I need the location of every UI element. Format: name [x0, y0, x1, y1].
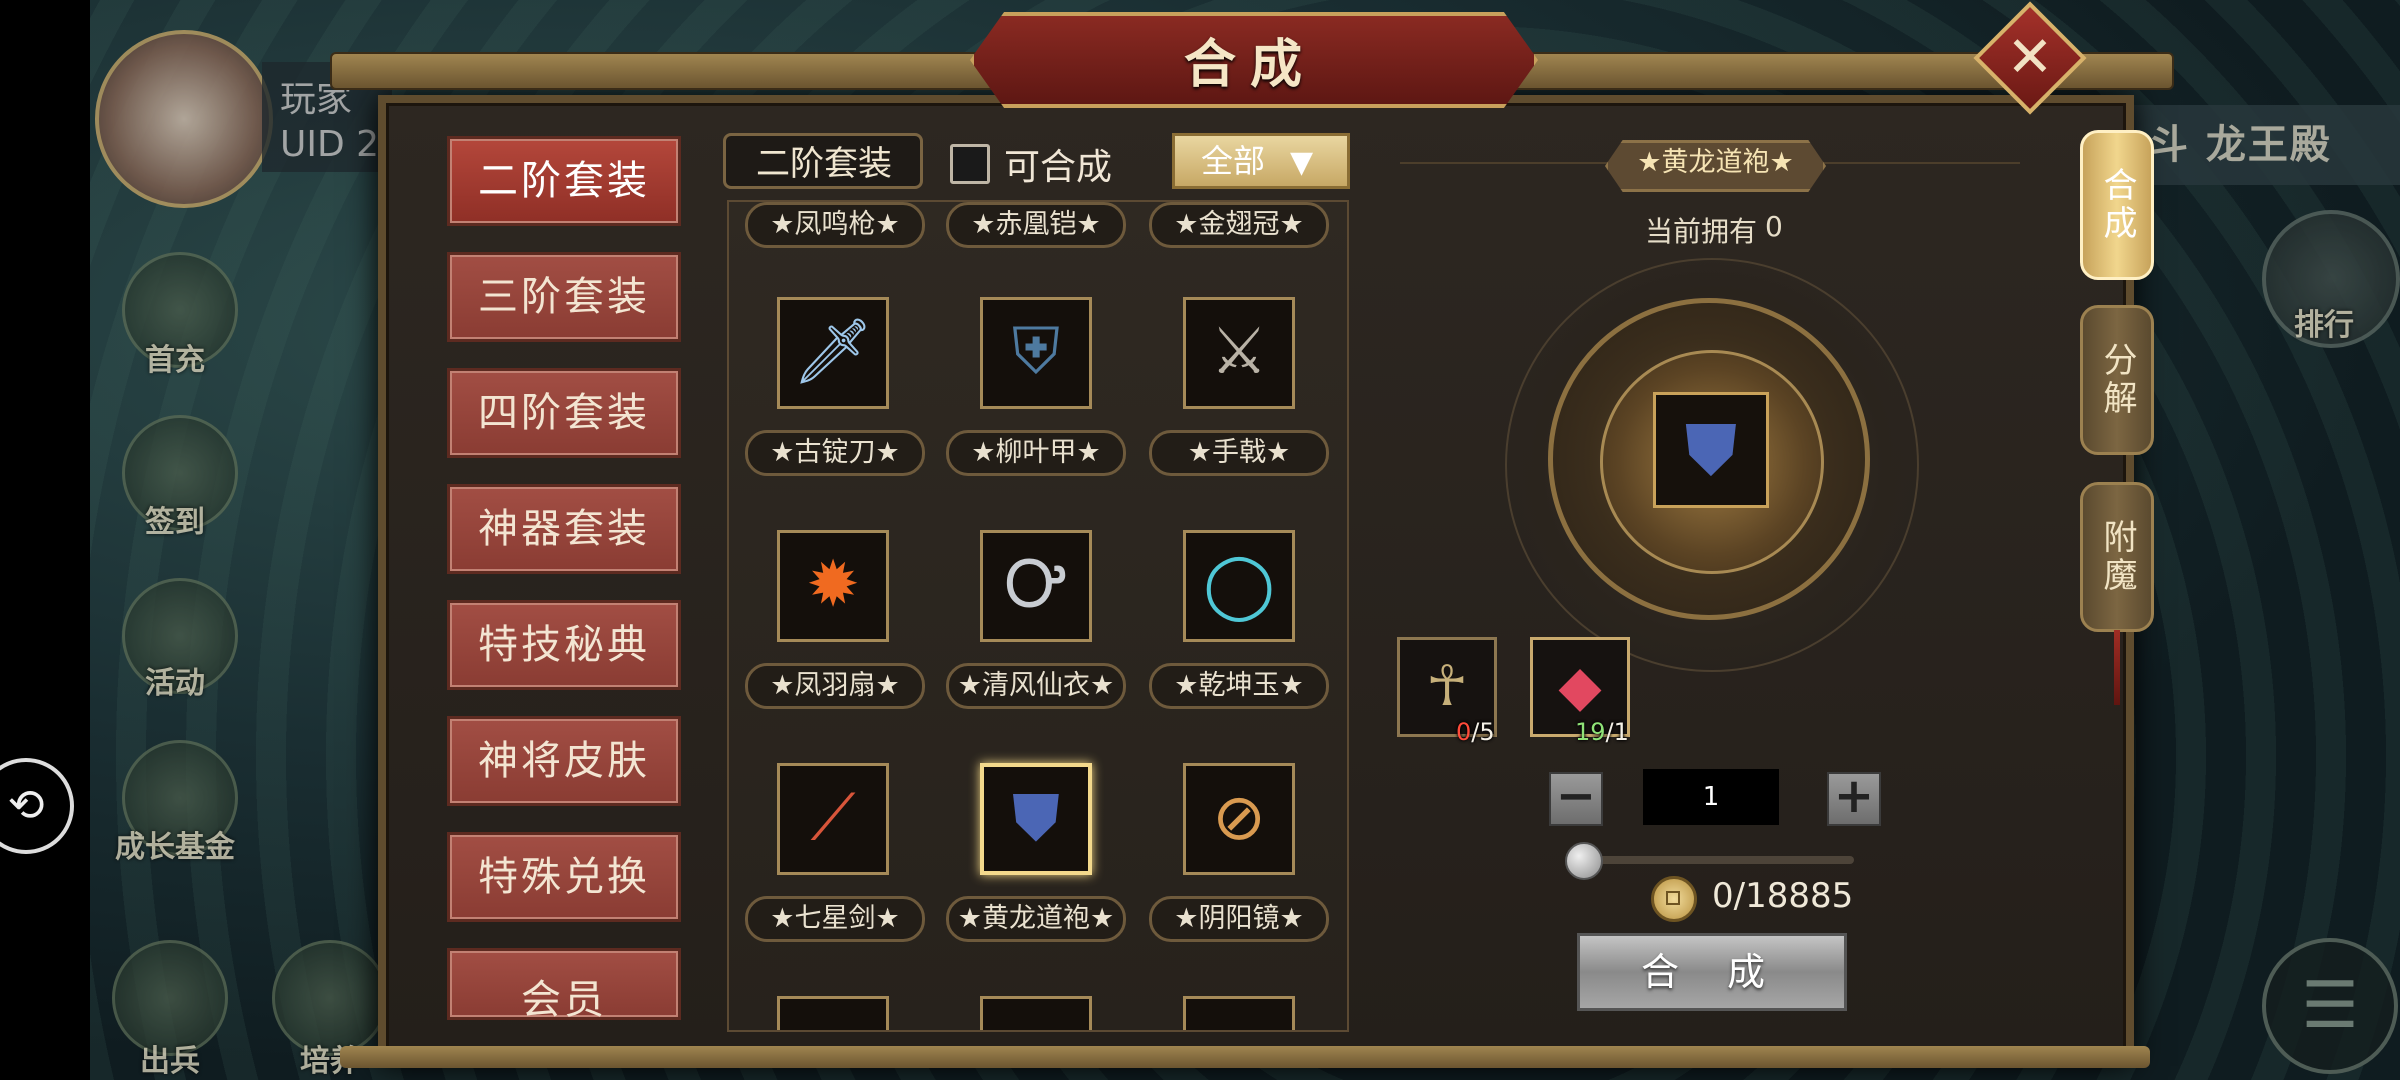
quantity-field[interactable]: 1 — [1643, 769, 1779, 825]
owned-label: 当前拥有 — [1645, 215, 1758, 248]
category-artifact-suit[interactable]: 神器套装 — [447, 484, 681, 574]
fire-fan-icon[interactable]: ✹ — [777, 530, 889, 642]
item-name[interactable]: ★七星剑★ — [745, 896, 925, 942]
halberd-icon[interactable]: ⚔ — [1183, 297, 1295, 409]
selected-item-name: ★黄龙道袍★ — [1605, 140, 1826, 192]
panel-title: 合成 — [1183, 35, 1316, 95]
dragon-robe-icon[interactable]: ⛊ — [980, 763, 1092, 875]
jade-ring-icon[interactable]: ◯ — [1183, 530, 1295, 642]
close-x-icon[interactable]: ✕ — [1990, 18, 2070, 98]
spear-icon[interactable]: ⟋ — [777, 763, 889, 875]
robe-icon[interactable]: Ꭴ — [980, 530, 1092, 642]
item-name[interactable]: ★手戟★ — [1149, 430, 1329, 476]
material-2-count: 19/1 — [1575, 718, 1629, 746]
item-name[interactable]: ★乾坤玉★ — [1149, 663, 1329, 709]
item-name[interactable]: ★黄龙道袍★ — [946, 896, 1126, 942]
screen-left-black-bar — [0, 0, 90, 1080]
category-special-exchange[interactable]: 特殊兑换 — [447, 832, 681, 922]
category-tier2-suit[interactable]: 二阶套装 — [447, 136, 681, 226]
filter-label: 二阶套装 — [723, 133, 923, 189]
item-grid[interactable]: ★凤鸣枪★ ★赤凰铠★ ★金翅冠★ 🗡 ★古锭刀★ ⛨ ★柳叶甲★ ⚔ ★手戟★… — [727, 200, 1349, 1032]
tab-decompose[interactable]: 分解 — [2080, 305, 2154, 455]
craftable-checkbox-label[interactable]: 可合成 — [1004, 138, 1112, 190]
item-name[interactable]: ★清风仙衣★ — [946, 663, 1126, 709]
craftable-checkbox[interactable] — [950, 144, 990, 184]
item-icon-partial[interactable] — [777, 996, 889, 1030]
deploy-label: 出兵 — [140, 1044, 200, 1079]
item-name[interactable]: ★阴阳镜★ — [1149, 896, 1329, 942]
material-1-count: 0/5 — [1456, 718, 1495, 746]
tab-tassel — [2114, 630, 2120, 705]
armor-icon[interactable]: ⛨ — [980, 297, 1092, 409]
synthesize-button[interactable]: 合 成 — [1577, 933, 1847, 1011]
category-tier4-suit[interactable]: 四阶套装 — [447, 368, 681, 458]
item-name[interactable]: ★赤凰铠★ — [946, 202, 1126, 248]
owned-value: 0 — [1765, 210, 1783, 243]
item-icon-partial[interactable] — [1183, 996, 1295, 1030]
filter-dropdown[interactable]: 全部 — [1172, 133, 1350, 189]
player-avatar[interactable] — [95, 30, 273, 208]
map-title: 斗 龙王殿 — [2148, 122, 2332, 168]
activity-label: 活动 — [145, 666, 205, 701]
sword-icon[interactable]: 🗡 — [777, 297, 889, 409]
category-skill-book[interactable]: 特技秘典 — [447, 600, 681, 690]
quantity-slider[interactable] — [1578, 856, 1854, 864]
dropdown-arrow-icon[interactable]: ▼ — [1290, 145, 1313, 180]
mirror-icon[interactable]: ⊘ — [1183, 763, 1295, 875]
panel-bottom-frame — [340, 1046, 2150, 1068]
item-name[interactable]: ★金翅冠★ — [1149, 202, 1329, 248]
category-general-skin[interactable]: 神将皮肤 — [447, 716, 681, 806]
item-name[interactable]: ★古锭刀★ — [745, 430, 925, 476]
tab-synthesize[interactable]: 合成 — [2080, 130, 2154, 280]
minus-button[interactable]: − — [1549, 772, 1603, 826]
tab-enchant[interactable]: 附魔 — [2080, 482, 2154, 632]
item-icon-partial[interactable] — [980, 996, 1092, 1030]
growth-fund-label: 成长基金 — [115, 830, 235, 865]
coin-cost: 0/18885 — [1712, 876, 1854, 916]
slider-thumb[interactable] — [1565, 842, 1603, 880]
menu-icon[interactable]: ☰ — [2262, 938, 2398, 1074]
item-name[interactable]: ★柳叶甲★ — [946, 430, 1126, 476]
dragon-robe-icon: ⛊ — [1653, 392, 1769, 508]
sign-in-label: 签到 — [145, 505, 205, 540]
category-tier3-suit[interactable]: 三阶套装 — [447, 252, 681, 342]
first-recharge-label: 首充 — [145, 343, 205, 378]
coin-icon — [1651, 876, 1697, 922]
ranking-label: 排行 — [2294, 308, 2354, 343]
plus-button[interactable]: + — [1827, 772, 1881, 826]
player-uid: UID 2 — [280, 124, 380, 165]
category-vip[interactable]: 会员 — [447, 948, 681, 1020]
item-name[interactable]: ★凤羽扇★ — [745, 663, 925, 709]
item-name[interactable]: ★凤鸣枪★ — [745, 202, 925, 248]
